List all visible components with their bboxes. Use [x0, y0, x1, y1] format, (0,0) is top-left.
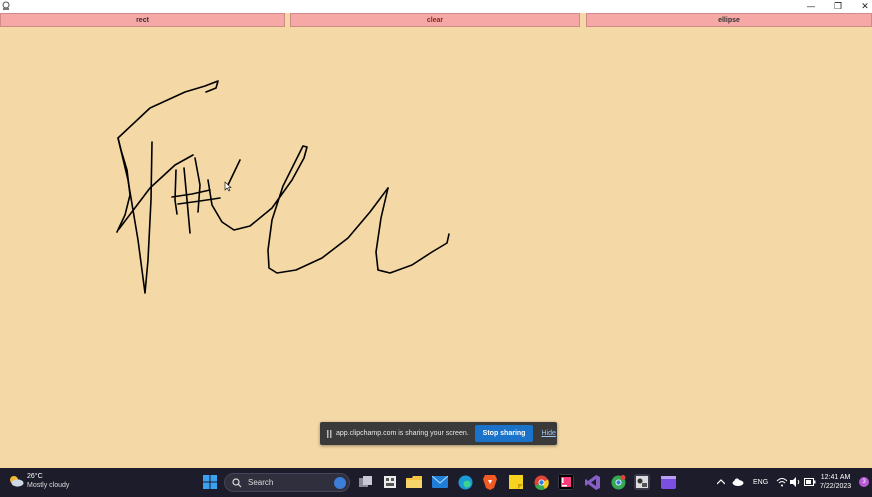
freehand-stroke	[183, 167, 191, 234]
mail-icon[interactable]	[432, 474, 448, 490]
volume-icon[interactable]	[787, 474, 803, 490]
app-icon	[2, 1, 10, 10]
widgets-icon[interactable]	[382, 474, 398, 490]
search-icon	[232, 477, 242, 487]
system-clock[interactable]: 12:41 AM 7/22/2023	[820, 473, 851, 491]
drawing-canvas[interactable]	[0, 28, 872, 468]
freehand-stroke	[207, 145, 389, 274]
clipchamp-icon[interactable]	[660, 474, 676, 490]
freehand-stroke	[117, 137, 153, 294]
windows-logo-icon	[203, 475, 217, 489]
close-button[interactable]: ✕	[851, 0, 872, 13]
onedrive-cloud-icon[interactable]	[730, 474, 746, 490]
screen-share-banner: app.clipchamp.com is sharing your screen…	[320, 422, 557, 445]
rect-button[interactable]: rect	[0, 13, 285, 27]
task-view-icon[interactable]	[358, 474, 374, 490]
toolbar: rect clear ellipse	[0, 13, 872, 28]
search-input[interactable]: Search	[224, 473, 350, 492]
taskbar: 26°C Mostly cloudy Search ENG 12:41 AM 7…	[0, 468, 872, 497]
maximize-button[interactable]: ❐	[824, 0, 852, 13]
weather-widget[interactable]: 26°C Mostly cloudy	[8, 472, 69, 490]
intellij-icon[interactable]	[558, 474, 574, 490]
paint-app-icon[interactable]	[634, 474, 650, 490]
ellipse-button[interactable]: ellipse	[586, 13, 872, 27]
brave-browser-icon[interactable]	[482, 474, 498, 490]
freehand-stroke	[174, 169, 178, 215]
freehand-stroke	[375, 187, 450, 274]
drag-handle-icon[interactable]	[326, 429, 334, 439]
bing-icon[interactable]	[334, 477, 346, 489]
freehand-stroke	[227, 159, 241, 186]
notification-badge[interactable]: 3	[859, 477, 869, 487]
clear-button[interactable]: clear	[290, 13, 580, 27]
share-message: app.clipchamp.com is sharing your screen…	[336, 430, 469, 437]
minimize-button[interactable]: —	[797, 0, 825, 13]
weather-temperature: 26°C	[27, 473, 43, 480]
freehand-stroke	[171, 189, 211, 198]
stop-sharing-button[interactable]: Stop sharing	[474, 425, 534, 442]
visual-studio-icon[interactable]	[584, 474, 600, 490]
chrome-profile-icon[interactable]	[610, 474, 626, 490]
weather-description: Mostly cloudy	[27, 482, 70, 489]
language-indicator[interactable]: ENG	[753, 479, 768, 486]
show-hidden-icons-chevron-icon[interactable]	[713, 474, 729, 490]
search-label: Search	[248, 478, 274, 487]
battery-icon[interactable]	[802, 474, 818, 490]
cloudy-weather-icon	[10, 476, 24, 487]
title-bar: — ❐ ✕	[0, 0, 872, 13]
freehand-stroke	[194, 157, 201, 213]
chrome-browser-icon[interactable]	[533, 474, 549, 490]
sticky-notes-icon[interactable]	[508, 474, 524, 490]
clock-date: 7/22/2023	[820, 483, 852, 490]
start-button[interactable]	[202, 474, 218, 490]
hide-link[interactable]: Hide	[541, 430, 555, 437]
file-explorer-icon[interactable]	[406, 474, 422, 490]
edge-browser-icon[interactable]	[457, 474, 473, 490]
clock-time: 12:41 AM	[820, 474, 851, 481]
